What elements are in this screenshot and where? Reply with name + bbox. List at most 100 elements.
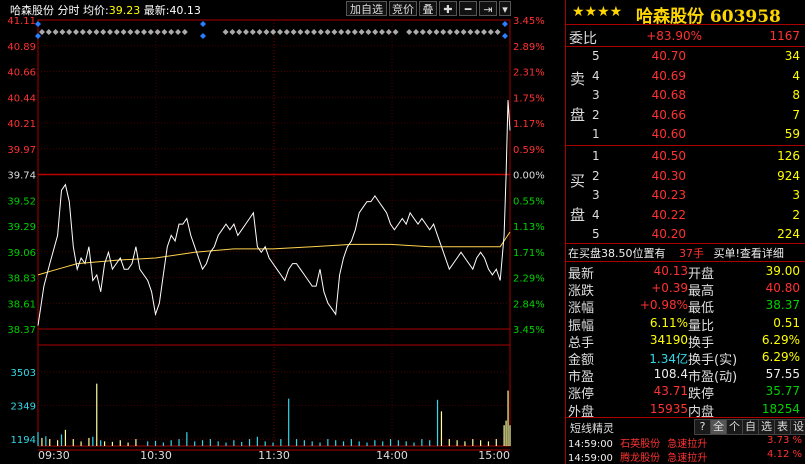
sprite-item[interactable]: 14:59:00 石英股份 急速拉升 3.73 % bbox=[568, 435, 804, 450]
last-label: 最新: bbox=[143, 4, 170, 17]
plus-icon[interactable]: ✚ bbox=[439, 1, 457, 16]
avg-label: 均价: bbox=[83, 4, 109, 17]
price-tick-label: 40.66 bbox=[7, 68, 36, 79]
bid-row[interactable]: 5 40.20 224 bbox=[566, 224, 805, 243]
ask-price: 40.70 bbox=[651, 49, 686, 63]
price-tick-label: 39.74 bbox=[7, 171, 36, 182]
ask-row[interactable]: 5 40.70 34 bbox=[566, 46, 805, 65]
event-marker-icon bbox=[494, 29, 501, 35]
event-marker-icon bbox=[413, 29, 419, 35]
event-marker-icon bbox=[447, 29, 453, 35]
quote-row: 金额 1.34亿 换手(实) 6.29% bbox=[566, 348, 805, 368]
bid-row[interactable]: 2 40.30 924 bbox=[566, 166, 805, 185]
price-tick-label: 39.29 bbox=[7, 222, 36, 233]
sprite-item[interactable]: 14:59:00 腾龙股份 急速拉升 4.12 % bbox=[568, 449, 804, 464]
quote-row: 外盘 15935 内盘 18254 bbox=[566, 400, 805, 420]
sprite-pct: 4.12 % bbox=[767, 449, 802, 460]
event-marker-icon bbox=[419, 29, 426, 35]
quote-value: +0.39 bbox=[651, 281, 688, 296]
event-marker-icon bbox=[107, 29, 113, 35]
bid-row[interactable]: 3 40.23 3 bbox=[566, 185, 805, 204]
sprite-tab[interactable]: 表 bbox=[774, 419, 791, 435]
sprite-tab[interactable]: 全 bbox=[710, 419, 727, 435]
event-marker-icon bbox=[481, 29, 487, 35]
volume-tick-label: 3503 bbox=[11, 368, 36, 379]
ask-row[interactable]: 4 40.69 4 bbox=[566, 66, 805, 85]
minus-icon[interactable]: ━ bbox=[459, 1, 477, 16]
event-marker-icon bbox=[134, 29, 141, 35]
event-marker-icon bbox=[311, 29, 317, 35]
blue-marker-icon bbox=[200, 21, 206, 27]
event-marker-icon bbox=[304, 29, 311, 35]
rating-stars-icon: ★★★★ bbox=[572, 4, 623, 20]
bid-volume: 2 bbox=[792, 207, 800, 222]
event-marker-icon bbox=[467, 29, 474, 35]
event-marker-icon bbox=[338, 29, 345, 35]
event-marker-icon bbox=[229, 29, 236, 35]
ask-level: 3 bbox=[592, 88, 600, 102]
ask-row[interactable]: 2 40.66 7 bbox=[566, 105, 805, 124]
event-marker-icon bbox=[379, 29, 385, 35]
sprite-tab[interactable]: 选 bbox=[758, 419, 775, 435]
quote-value: 6.11% bbox=[649, 315, 688, 330]
bid-level: 2 bbox=[592, 168, 600, 183]
pct-tick-label: 2.29% bbox=[513, 274, 545, 285]
price-tick-label: 38.37 bbox=[7, 325, 36, 336]
sprite-tab[interactable]: 设 bbox=[790, 419, 805, 435]
event-marker-icon bbox=[243, 29, 249, 35]
time-tick-label: 10:30 bbox=[140, 449, 172, 462]
event-marker-icon bbox=[222, 29, 229, 35]
event-marker-icon bbox=[351, 29, 358, 35]
bid-level: 1 bbox=[592, 149, 600, 163]
ask-volume: 8 bbox=[792, 88, 800, 102]
volume-tick-label: 2349 bbox=[11, 402, 36, 413]
event-marker-icon bbox=[433, 29, 440, 35]
pct-tick-label: 1.13% bbox=[513, 222, 545, 233]
auction-button[interactable]: 竞价 bbox=[389, 1, 417, 16]
add-watchlist-button[interactable]: 加自选 bbox=[346, 1, 387, 16]
avg-value: 39.23 bbox=[108, 4, 141, 17]
ask-row[interactable]: 3 40.68 8 bbox=[566, 85, 805, 104]
event-marker-icon bbox=[141, 29, 147, 35]
chart-header: 哈森股份 分时 均价:39.23 最新:40.13 加自选 竞价 叠 ✚ ━ ⇥… bbox=[0, 0, 565, 17]
blue-marker-icon bbox=[200, 33, 206, 39]
quote-value: 35.77 bbox=[765, 384, 800, 399]
event-marker-icon bbox=[453, 29, 460, 35]
event-marker-icon bbox=[100, 29, 107, 35]
price-tick-label: 38.83 bbox=[7, 274, 36, 285]
sprite-tab[interactable]: 个 bbox=[726, 419, 743, 435]
overlay-button[interactable]: 叠 bbox=[419, 1, 437, 16]
skip-end-icon[interactable]: ⇥ bbox=[479, 1, 497, 16]
sprite-time: 14:59:00 bbox=[568, 453, 613, 464]
event-marker-icon bbox=[161, 29, 168, 35]
ask-price: 40.60 bbox=[651, 127, 686, 141]
blue-marker-icon bbox=[502, 33, 508, 39]
event-marker-icon bbox=[59, 29, 66, 35]
pct-tick-label: 1.75% bbox=[513, 93, 545, 104]
bid-row[interactable]: 4 40.22 2 bbox=[566, 205, 805, 224]
blue-marker-icon bbox=[35, 33, 41, 39]
bid-level: 5 bbox=[592, 227, 600, 241]
ask-price: 40.68 bbox=[651, 88, 686, 102]
chevron-down-icon[interactable]: ▾ bbox=[499, 1, 511, 16]
pct-tick-label: 3.45% bbox=[513, 16, 545, 27]
event-marker-icon bbox=[283, 29, 290, 35]
intraday-chart[interactable]: 41.11 3.45%40.89 2.89%40.66 2.31%40.44 1.75%… bbox=[0, 0, 565, 464]
event-marker-icon bbox=[127, 29, 134, 35]
quote-row: 总手 34190 换手 6.29% bbox=[566, 331, 805, 351]
bid-price: 40.23 bbox=[651, 188, 686, 202]
sprite-tab[interactable]: ? bbox=[694, 419, 711, 435]
sprite-tab[interactable]: 自 bbox=[742, 419, 759, 435]
notice-text: 在买盘38.50位置有 bbox=[568, 247, 666, 260]
notice-action-link[interactable]: 买单!查看详细 bbox=[714, 247, 784, 260]
event-marker-icon bbox=[270, 29, 277, 35]
ask-level: 2 bbox=[592, 107, 600, 122]
bid-row[interactable]: 1 40.50 126 bbox=[566, 146, 805, 165]
price-tick-label: 39.06 bbox=[7, 248, 36, 259]
quote-row: 涨幅 +0.98% 最低 38.37 bbox=[566, 296, 805, 316]
event-marker-icon bbox=[168, 29, 175, 35]
ask-level: 1 bbox=[592, 127, 600, 141]
ask-row[interactable]: 1 40.60 59 bbox=[566, 124, 805, 143]
bid-volume: 3 bbox=[792, 188, 800, 202]
big-order-notice[interactable]: 在买盘38.50位置有 37手 买单!查看详细 bbox=[568, 245, 805, 261]
